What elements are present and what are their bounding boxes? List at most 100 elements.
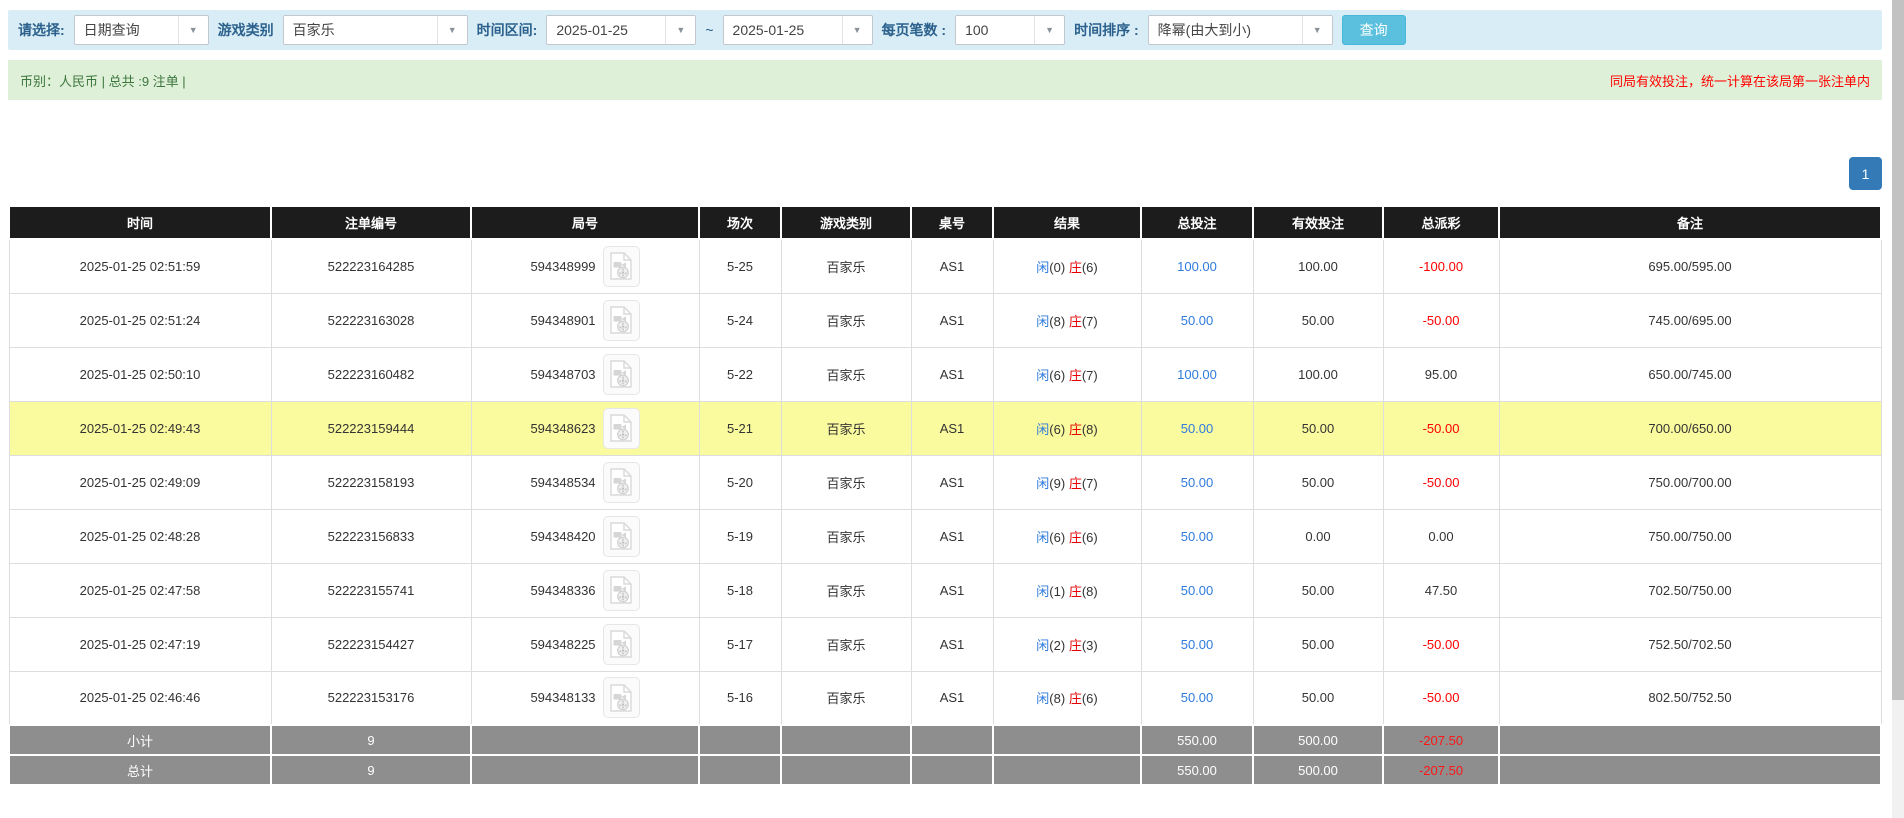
page-size-select[interactable]: 100 ▼ — [955, 15, 1066, 45]
total-row-cell-5 — [910, 754, 994, 786]
date-to-select[interactable]: 2025-01-25 ▼ — [722, 15, 873, 45]
cell-session: 5-24 — [698, 292, 782, 348]
player-result-label: 闲 — [1036, 637, 1050, 653]
subtotal-row-cell-3 — [698, 724, 782, 756]
cell-total-bet[interactable]: 50.00 — [1140, 454, 1254, 510]
cell-session: 5-21 — [698, 400, 782, 456]
total-row-cell-7: 550.00 — [1140, 754, 1254, 786]
player-result-label: 闲 — [1036, 691, 1050, 707]
cell-valid-bet: 50.00 — [1252, 670, 1384, 726]
banker-result-label: 庄 — [1068, 637, 1082, 653]
player-result-label: 闲 — [1036, 313, 1050, 329]
video-file-icon[interactable] — [602, 299, 640, 341]
banker-result-label: 庄 — [1068, 313, 1082, 329]
cell-remark: 750.00/700.00 — [1498, 454, 1882, 510]
subtotal-row: 小计 9 550.00 500.00 -207.50 — [8, 724, 1882, 756]
cell-total-bet[interactable]: 50.00 — [1140, 670, 1254, 726]
column-header-remark: 备注 — [1498, 205, 1882, 240]
cell-valid-bet: 50.00 — [1252, 292, 1384, 348]
vertical-scrollbar[interactable] — [1892, 0, 1904, 818]
column-header-time: 时间 — [8, 205, 272, 240]
cell-time: 2025-01-25 02:48:28 — [8, 508, 272, 564]
table-row: 2025-01-25 02:46:46 522223153176 5943481… — [8, 670, 1882, 726]
chevron-down-icon: ▼ — [436, 16, 467, 44]
video-file-icon[interactable] — [602, 623, 640, 665]
table-row: 2025-01-25 02:47:19 522223154427 5943482… — [8, 616, 1882, 672]
time-sort-label: 时间排序 : — [1074, 22, 1139, 38]
date-to-value: 2025-01-25 — [732, 22, 805, 38]
cell-table-no: AS1 — [910, 454, 994, 510]
cell-time: 2025-01-25 02:49:43 — [8, 400, 272, 456]
video-file-icon[interactable] — [602, 569, 640, 611]
cell-round: 594348534 — [470, 454, 700, 510]
banker-result-label: 庄 — [1068, 475, 1082, 491]
banker-result-score: (8) — [1081, 421, 1098, 437]
subtotal-row-cell-0: 小计 — [8, 724, 272, 756]
cell-total-bet[interactable]: 50.00 — [1140, 400, 1254, 456]
cell-remark: 702.50/750.00 — [1498, 562, 1882, 618]
cell-total-bet[interactable]: 50.00 — [1140, 562, 1254, 618]
page-size-label: 每页笔数 : — [881, 22, 947, 38]
query-type-select[interactable]: 日期查询 ▼ — [73, 15, 209, 45]
player-result-score: (6) — [1049, 421, 1066, 437]
banker-result-label: 庄 — [1068, 367, 1082, 383]
cell-time: 2025-01-25 02:49:09 — [8, 454, 272, 510]
video-file-icon[interactable] — [602, 245, 640, 287]
cell-total-bet[interactable]: 50.00 — [1140, 292, 1254, 348]
table-row: 2025-01-25 02:50:10 522223160482 5943487… — [8, 346, 1882, 402]
cell-remark: 750.00/750.00 — [1498, 508, 1882, 564]
player-result-label: 闲 — [1036, 259, 1050, 275]
time-sort-value: 降幂(由大到小) — [1157, 22, 1251, 38]
banker-result-label: 庄 — [1068, 583, 1082, 599]
cell-round: 594348336 — [470, 562, 700, 618]
round-number: 594348336 — [530, 582, 596, 598]
cell-table-no: AS1 — [910, 670, 994, 726]
banker-result-score: (6) — [1081, 529, 1098, 545]
pagination: 1 — [8, 157, 1882, 190]
video-file-icon[interactable] — [602, 353, 640, 395]
video-file-icon[interactable] — [602, 677, 640, 719]
cell-total-bet[interactable]: 50.00 — [1140, 508, 1254, 564]
cell-table-no: AS1 — [910, 508, 994, 564]
cell-session: 5-17 — [698, 616, 782, 672]
chevron-down-icon: ▼ — [665, 16, 695, 44]
column-header-table-no: 桌号 — [910, 205, 994, 240]
cell-total-bet[interactable]: 100.00 — [1140, 346, 1254, 402]
table-row: 2025-01-25 02:51:24 522223163028 5943489… — [8, 292, 1882, 348]
time-range-label: 时间区间: — [476, 22, 538, 38]
cell-payout: -50.00 — [1382, 292, 1500, 348]
round-number: 594348534 — [530, 474, 596, 490]
cell-game: 百家乐 — [780, 508, 912, 564]
chevron-down-icon: ▼ — [1301, 16, 1332, 44]
time-sort-select[interactable]: 降幂(由大到小) ▼ — [1147, 15, 1333, 45]
cell-round: 594348703 — [470, 346, 700, 402]
subtotal-row-cell-5 — [910, 724, 994, 756]
cell-total-bet[interactable]: 100.00 — [1140, 238, 1254, 294]
table-row: 2025-01-25 02:48:28 522223156833 5943484… — [8, 508, 1882, 564]
video-file-icon[interactable] — [602, 461, 640, 503]
round-number: 594348420 — [530, 528, 596, 544]
pagination-page-1-button[interactable]: 1 — [1849, 157, 1882, 190]
table-row: 2025-01-25 02:49:43 522223159444 5943486… — [8, 400, 1882, 456]
search-button[interactable]: 查询 — [1341, 15, 1406, 45]
cell-bet-id: 522223154427 — [270, 616, 472, 672]
video-file-icon[interactable] — [602, 515, 640, 557]
banker-result-score: (7) — [1081, 475, 1098, 491]
subtotal-row-cell-9: -207.50 — [1382, 724, 1500, 756]
cell-round: 594348901 — [470, 292, 700, 348]
cell-total-bet[interactable]: 50.00 — [1140, 616, 1254, 672]
cell-result: 闲(9) 庄(7) — [992, 454, 1142, 510]
cell-session: 5-18 — [698, 562, 782, 618]
currency-summary-text: 币别：人民币 | 总共 :9 注单 | — [20, 73, 186, 89]
scrollbar-thumb[interactable] — [1892, 0, 1904, 700]
cell-game: 百家乐 — [780, 454, 912, 510]
chevron-down-icon: ▼ — [841, 16, 872, 44]
cell-payout: -50.00 — [1382, 400, 1500, 456]
video-file-icon[interactable] — [602, 407, 640, 449]
cell-session: 5-20 — [698, 454, 782, 510]
date-from-select[interactable]: 2025-01-25 ▼ — [546, 15, 697, 45]
cell-time: 2025-01-25 02:50:10 — [8, 346, 272, 402]
cell-result: 闲(6) 庄(7) — [992, 346, 1142, 402]
game-category-select[interactable]: 百家乐 ▼ — [282, 15, 468, 45]
cell-table-no: AS1 — [910, 562, 994, 618]
